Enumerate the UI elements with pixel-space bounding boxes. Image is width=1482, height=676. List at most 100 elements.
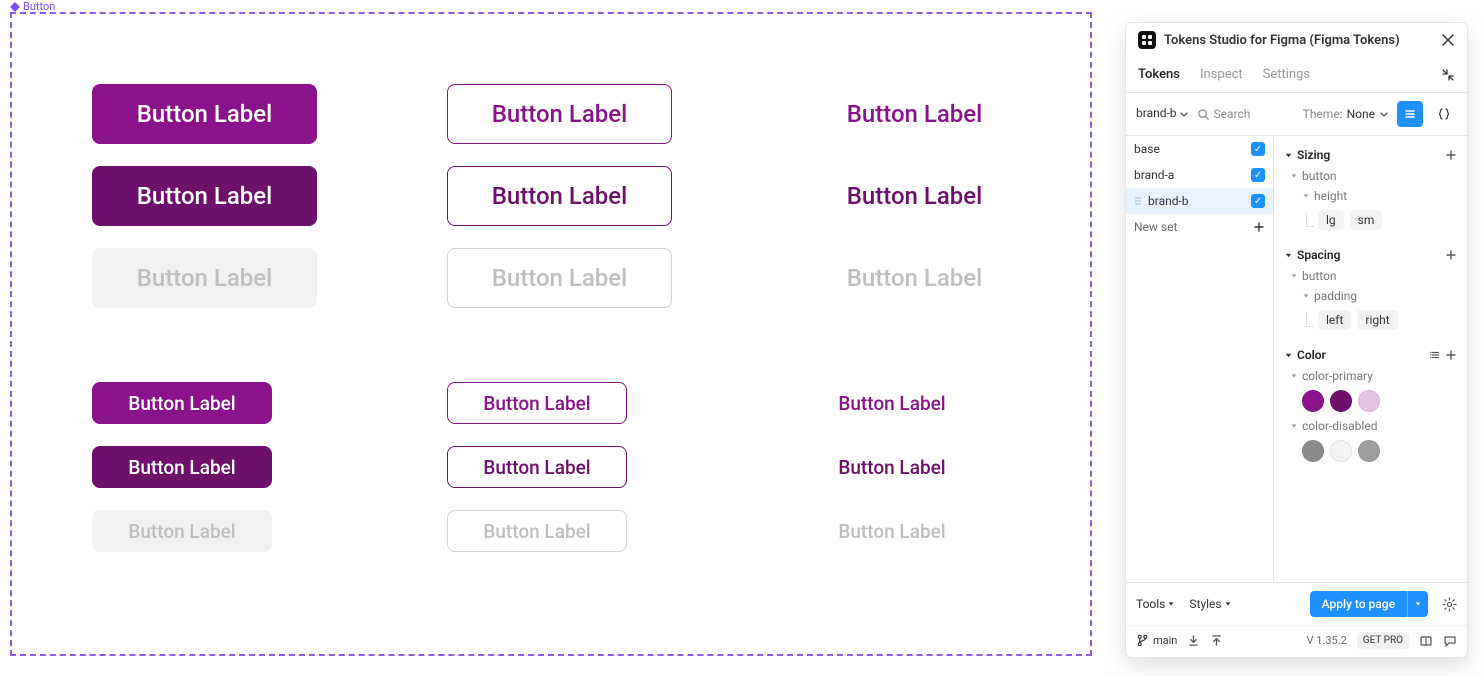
button-text-sm[interactable]: Button Label [802,382,982,424]
button-text-sm-disabled[interactable]: Button Label [802,510,982,552]
button-label: Button Label [847,182,983,210]
panel-body: base ✓ brand-a ✓ brand-b ✓ New set [1126,136,1467,582]
button-outline-sm-hover[interactable]: Button Label [447,446,627,488]
caret-down-icon [1290,422,1298,430]
button-label: Button Label [838,456,945,479]
upload-button[interactable] [1210,634,1223,647]
tab-settings[interactable]: Settings [1263,57,1310,92]
panel-toolbar: brand-b Search Theme: None [1126,93,1467,136]
styles-menu[interactable]: Styles [1189,597,1231,611]
subgroup-button[interactable]: button [1284,166,1457,186]
button-label: Button Label [137,264,273,292]
button-solid-lg-hover[interactable]: Button Label [92,166,317,226]
set-item-brand-a[interactable]: brand-a ✓ [1126,162,1273,188]
settings-gear-button[interactable] [1442,597,1457,612]
token-sm[interactable]: sm [1350,210,1383,230]
button-outline-sm[interactable]: Button Label [447,382,627,424]
button-label: Button Label [128,392,235,415]
list-view-icon[interactable] [1429,349,1441,361]
button-label: Button Label [838,392,945,415]
subgroup-label: padding [1314,289,1357,303]
color-swatch-disabled-1[interactable] [1302,440,1324,462]
add-token-button[interactable] [1445,349,1457,361]
tools-menu[interactable]: Tools [1136,597,1175,611]
color-swatch-primary-3[interactable] [1358,390,1380,412]
color-swatch-primary-1[interactable] [1302,390,1324,412]
color-swatch-row [1284,386,1457,416]
token-right[interactable]: right [1357,310,1397,330]
checkbox-checked-icon[interactable]: ✓ [1251,142,1265,156]
button-label: Button Label [137,182,273,210]
caret-down-icon [1302,292,1310,300]
caret-down-icon [1224,600,1232,608]
button-outline-sm-disabled[interactable]: Button Label [447,510,627,552]
button-solid-sm-disabled[interactable]: Button Label [92,510,272,552]
new-set-button[interactable]: New set [1126,214,1273,240]
button-label: Button Label [128,456,235,479]
set-item-brand-b[interactable]: brand-b ✓ [1126,188,1273,214]
tokens-tree: Sizing button height lg sm Spacing [1274,136,1467,582]
button-label: Button Label [838,520,945,543]
view-json-button[interactable] [1431,101,1457,127]
get-pro-button[interactable]: GET PRO [1357,632,1409,649]
chevron-down-icon [1179,109,1189,119]
token-lg[interactable]: lg [1318,210,1344,230]
feedback-button[interactable] [1443,634,1457,648]
download-icon [1187,634,1200,647]
apply-split-button[interactable] [1407,591,1428,617]
button-text-lg-hover[interactable]: Button Label [802,166,1027,226]
tab-tokens[interactable]: Tokens [1138,57,1180,92]
button-grid: Button Label Button Label Button Label B… [12,14,1090,592]
subgroup-color-primary[interactable]: color-primary [1284,366,1457,386]
add-token-button[interactable] [1445,249,1457,261]
canvas-frame[interactable]: Button Label Button Label Button Label B… [10,12,1092,656]
apply-to-page-button[interactable]: Apply to page [1310,591,1407,617]
group-color[interactable]: Color [1284,344,1457,366]
button-solid-sm-hover[interactable]: Button Label [92,446,272,488]
group-spacing[interactable]: Spacing [1284,244,1457,266]
checkbox-checked-icon[interactable]: ✓ [1251,194,1265,208]
token-set-dropdown[interactable]: brand-b [1136,107,1189,120]
subgroup-color-disabled[interactable]: color-disabled [1284,416,1457,436]
search-input[interactable]: Search [1197,107,1295,121]
button-outline-lg-hover[interactable]: Button Label [447,166,672,226]
tab-inspect[interactable]: Inspect [1200,57,1243,92]
button-label: Button Label [492,182,628,210]
docs-button[interactable] [1419,634,1433,648]
button-solid-sm[interactable]: Button Label [92,382,272,424]
subgroup-button[interactable]: button [1284,266,1457,286]
add-token-button[interactable] [1445,149,1457,161]
download-button[interactable] [1187,634,1200,647]
button-solid-lg[interactable]: Button Label [92,84,317,144]
button-label: Button Label [847,100,983,128]
minimize-button[interactable] [1441,68,1455,82]
subgroup-padding[interactable]: padding [1284,286,1457,306]
close-button[interactable] [1441,33,1455,47]
theme-dropdown[interactable]: Theme: None [1303,107,1389,121]
color-swatch-disabled-3[interactable] [1358,440,1380,462]
token-left[interactable]: left [1318,310,1351,330]
checkbox-checked-icon[interactable]: ✓ [1251,168,1265,182]
color-swatch-primary-2[interactable] [1330,390,1352,412]
token-row: lg sm [1284,206,1457,234]
group-sizing[interactable]: Sizing [1284,144,1457,166]
button-solid-lg-disabled[interactable]: Button Label [92,248,317,308]
subgroup-label: height [1314,189,1347,203]
button-text-lg-disabled[interactable]: Button Label [802,248,1027,308]
set-item-base[interactable]: base ✓ [1126,136,1273,162]
caret-down-icon [1290,372,1298,380]
caret-down-icon [1284,251,1293,260]
view-list-button[interactable] [1397,101,1423,127]
button-outline-lg[interactable]: Button Label [447,84,672,144]
branch-selector[interactable]: main [1136,634,1177,647]
new-set-label: New set [1134,220,1247,234]
button-outline-lg-disabled[interactable]: Button Label [447,248,672,308]
button-text-lg[interactable]: Button Label [802,84,1027,144]
footer-status: main V 1.35.2 GET PRO [1126,625,1467,657]
footer-actions: Tools Styles Apply to page [1126,583,1467,625]
group-title: Sizing [1297,148,1330,162]
color-swatch-disabled-2[interactable] [1330,440,1352,462]
subgroup-height[interactable]: height [1284,186,1457,206]
drag-handle-icon[interactable] [1134,196,1142,206]
button-text-sm-hover[interactable]: Button Label [802,446,982,488]
